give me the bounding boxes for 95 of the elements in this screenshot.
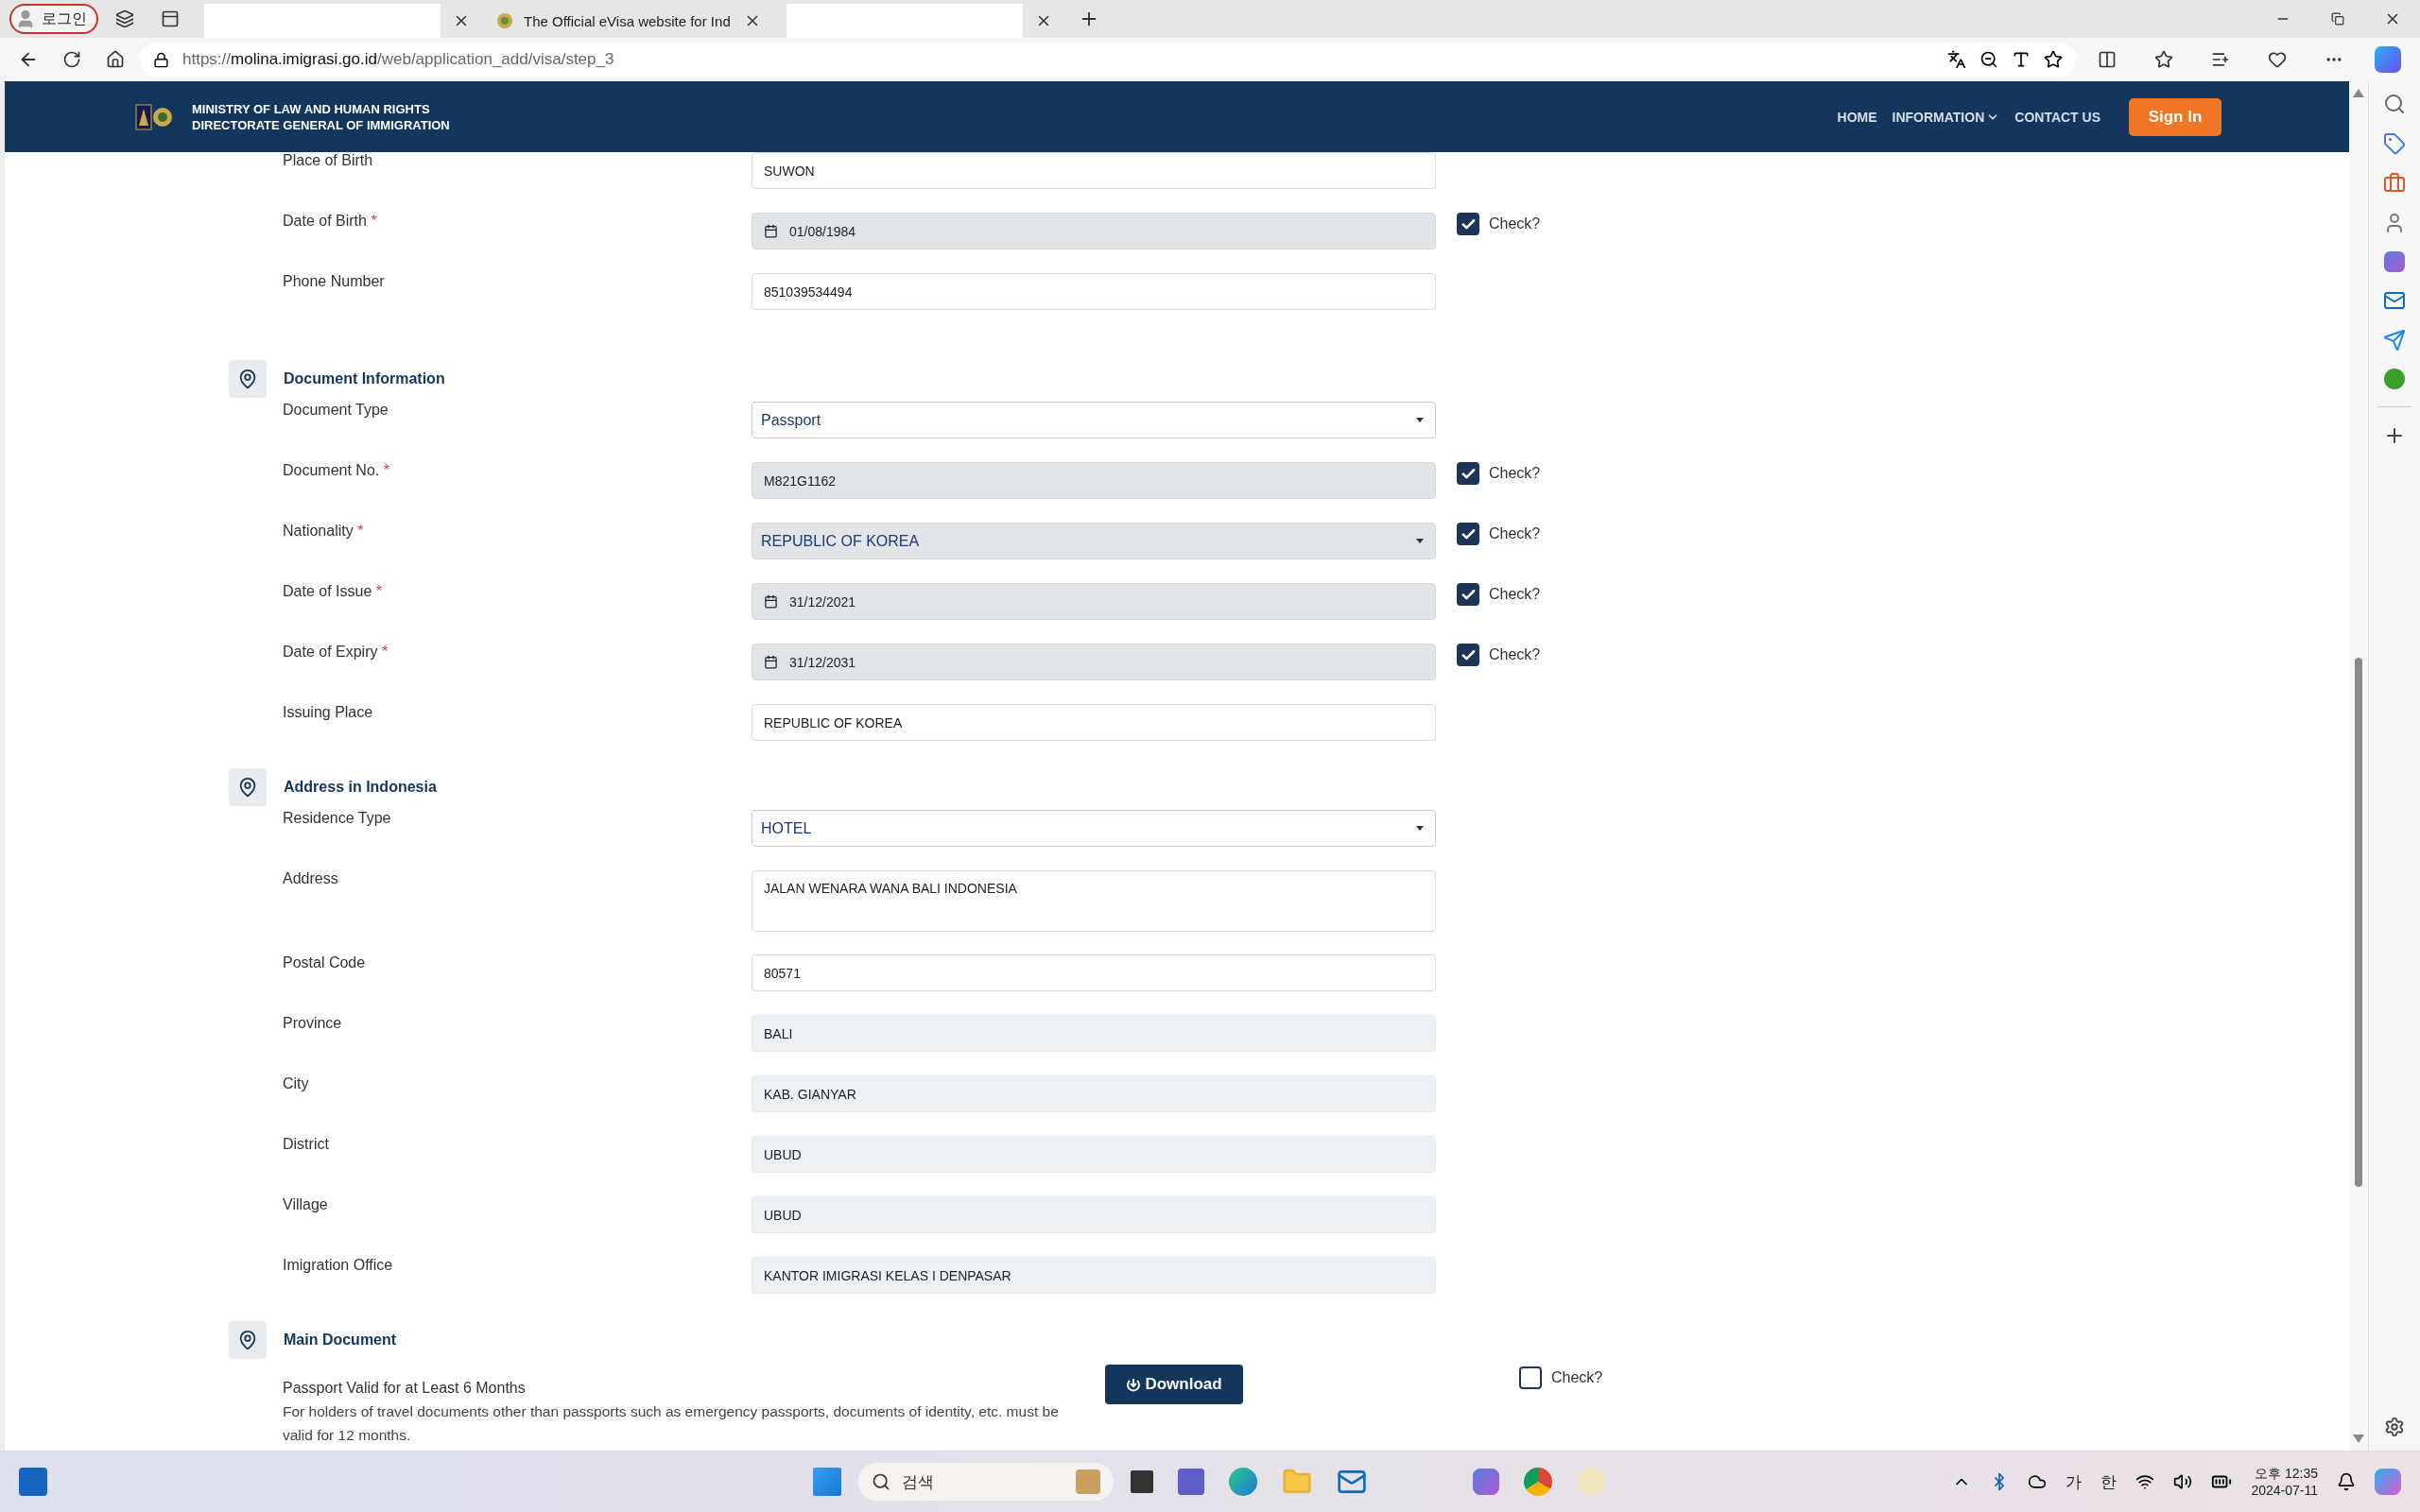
translate-icon[interactable] — [1947, 50, 1966, 69]
text-field[interactable]: REPUBLIC OF KOREA — [752, 704, 1436, 741]
field-label: Address — [282, 870, 339, 887]
calendar-icon — [764, 224, 778, 238]
settings-icon[interactable] — [2384, 1417, 2405, 1437]
field-label: Issuing Place — [282, 704, 374, 721]
calendar-icon — [764, 594, 778, 609]
download-icon — [1126, 1377, 1142, 1392]
field-label: District — [282, 1136, 330, 1153]
checkbox-label: Check? — [1489, 215, 1541, 232]
checkbox-label: Check? — [1489, 586, 1541, 603]
section-title: Address in Indonesia — [284, 779, 437, 796]
field-label: Place of Birth — [282, 152, 374, 169]
search-icon — [872, 1472, 890, 1491]
field-label: Postal Code — [282, 954, 367, 971]
text-field[interactable]: UBUD — [752, 1136, 1436, 1173]
bell-icon[interactable] — [2337, 1472, 2356, 1491]
field-label: Document Type — [282, 402, 389, 419]
location-icon — [229, 768, 267, 806]
address-bar[interactable]: https://molina.imigrasi.go.id/web/application_add/visa/step_3 — [140, 43, 2076, 77]
taskbar-search[interactable]: 검색 — [858, 1463, 1114, 1501]
checkbox[interactable] — [1457, 213, 1479, 235]
field-label: Document No. * — [282, 462, 390, 479]
emblem-logo — [135, 101, 173, 132]
field-label: Village — [282, 1196, 329, 1213]
toolbox-icon[interactable] — [2383, 172, 2406, 195]
text-field[interactable]: 80571 — [752, 954, 1436, 991]
url-text: https://molina.imigrasi.go.id/web/application_add/visa/step_3 — [182, 50, 614, 69]
date-field[interactable]: 31/12/2021 — [752, 583, 1436, 620]
emblem-icon — [495, 11, 514, 30]
location-icon — [229, 1321, 267, 1359]
section-title: Main Document — [284, 1332, 397, 1349]
field-label: Date of Issue * — [282, 583, 383, 600]
text-area[interactable]: JALAN WENARA WANA BALI INDONESIA — [752, 870, 1436, 932]
clock[interactable]: 오후 12:35 2024-07-11 — [2251, 1465, 2318, 1499]
checkbox[interactable] — [1457, 583, 1479, 606]
document-note: For holders of travel documents other than passports such as emergency passports, documents of identity, etc. must be valid for 12 months. — [283, 1402, 1060, 1445]
checkbox[interactable] — [1519, 1366, 1542, 1389]
input-method-indicator[interactable]: 가 — [2066, 1470, 2083, 1493]
location-icon — [229, 360, 267, 398]
select-field[interactable]: Passport — [752, 402, 1436, 438]
zoom-out-icon[interactable] — [1979, 50, 1998, 69]
field-label: Date of Birth * — [282, 213, 378, 230]
field-label: Date of Expiry * — [282, 644, 389, 661]
caret-icon — [1416, 418, 1424, 422]
calendar-icon — [764, 655, 778, 669]
nav-link[interactable]: INFORMATION — [1892, 109, 2000, 125]
select-field[interactable]: HOTEL — [752, 810, 1436, 847]
text-field[interactable]: M821G1162 — [752, 462, 1436, 499]
document-title: Passport Valid for at Least 6 Months — [283, 1379, 527, 1398]
organization-name: MINISTRY OF LAW AND HUMAN RIGHTS — [192, 100, 431, 117]
date-field[interactable]: 31/12/2031 — [752, 644, 1436, 680]
checkbox[interactable] — [1457, 523, 1479, 545]
checkbox[interactable] — [1457, 462, 1479, 485]
field-label: Imigration Office — [282, 1257, 394, 1274]
field-label: Province — [282, 1015, 343, 1032]
date-field[interactable]: 01/08/1984 — [752, 213, 1436, 249]
profile-button[interactable]: 로그인 — [9, 4, 98, 34]
scroll-thumb[interactable] — [2355, 658, 2362, 1187]
checkbox-label: Check? — [1489, 646, 1541, 663]
checkbox[interactable] — [1457, 644, 1479, 666]
read-aloud-icon[interactable] — [2012, 50, 2031, 69]
scroll-up-icon[interactable] — [2353, 89, 2364, 97]
checkbox-label: Check? — [1489, 525, 1541, 542]
volume-icon[interactable] — [2173, 1472, 2193, 1491]
scrollbar[interactable] — [2349, 81, 2368, 1451]
field-label: City — [282, 1075, 310, 1092]
input-method-indicator[interactable]: 한 — [2100, 1470, 2118, 1493]
favorite-icon[interactable] — [2044, 50, 2063, 69]
caret-icon — [1416, 539, 1424, 543]
lock-icon — [153, 51, 169, 68]
checkbox-label: Check? — [1489, 465, 1541, 482]
tag-icon[interactable] — [2383, 132, 2406, 155]
download-button[interactable]: Download — [1105, 1365, 1243, 1404]
paper-plane-icon[interactable] — [2383, 329, 2406, 352]
field-label: Residence Type — [282, 810, 392, 827]
checkbox-label: Check? — [1551, 1369, 1603, 1386]
text-field[interactable]: SUWON — [752, 152, 1436, 189]
caret-icon — [1416, 826, 1424, 831]
wifi-icon[interactable] — [2135, 1472, 2155, 1491]
search-icon[interactable] — [2383, 93, 2406, 115]
text-field[interactable]: 851039534494 — [752, 273, 1436, 310]
text-field[interactable]: BALI — [752, 1015, 1436, 1052]
organization-name: DIRECTORATE GENERAL OF IMMIGRATION — [192, 116, 450, 133]
scroll-down-icon[interactable] — [2353, 1435, 2364, 1443]
section-title: Document Information — [284, 370, 445, 387]
nav-link[interactable]: CONTACT US — [2014, 109, 2100, 125]
text-field[interactable]: KAB. GIANYAR — [752, 1075, 1436, 1112]
field-label: Nationality * — [282, 523, 365, 540]
nav-link[interactable]: HOME — [1837, 109, 1877, 125]
text-field[interactable]: UBUD — [752, 1196, 1436, 1233]
text-field[interactable]: KANTOR IMIGRASI KELAS I DENPASAR — [752, 1257, 1436, 1294]
cloud-icon[interactable] — [2028, 1472, 2048, 1491]
mail-icon[interactable] — [2383, 289, 2406, 312]
field-label: Phone Number — [282, 273, 386, 290]
